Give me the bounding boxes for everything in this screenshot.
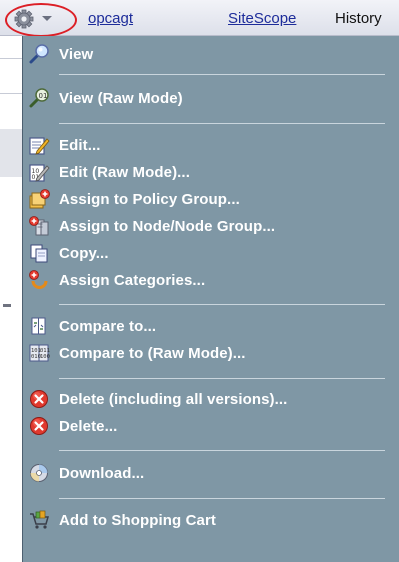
menu-item-label: Compare to... xyxy=(59,318,157,335)
tab-opcagt[interactable]: opcagt xyxy=(88,10,133,27)
menu-item-compare[interactable]: Compare to... xyxy=(23,314,399,340)
menu-item-label: View xyxy=(59,46,94,63)
svg-text:01: 01 xyxy=(39,92,48,100)
menu-item-label: Assign to Policy Group... xyxy=(59,191,240,208)
shopping-cart-icon xyxy=(28,509,50,531)
menu-separator xyxy=(59,450,385,451)
menu-item-label: Delete (including all versions)... xyxy=(59,391,288,408)
tab-sitescope[interactable]: SiteScope xyxy=(228,10,296,27)
menu-item-label: Copy... xyxy=(59,245,109,262)
menu-item-label: Add to Shopping Cart xyxy=(59,512,216,529)
menu-separator xyxy=(59,378,385,379)
background-dash xyxy=(3,304,11,307)
menu-item-label: View (Raw Mode) xyxy=(59,90,183,107)
menu-item-compare-raw[interactable]: 101 010 011 100 Compare to (Raw Mode)... xyxy=(23,341,399,367)
assign-categories-icon xyxy=(28,269,50,291)
compare-raw-icon: 101 010 011 100 xyxy=(28,342,50,364)
menu-item-label: Compare to (Raw Mode)... xyxy=(59,345,246,362)
menu-item-label: Download... xyxy=(59,465,145,482)
menu-item-label: Assign to Node/Node Group... xyxy=(59,218,276,235)
delete-all-icon xyxy=(28,388,50,410)
menu-item-edit-raw[interactable]: 10 01 Edit (Raw Mode)... xyxy=(23,160,399,186)
assign-policy-group-icon xyxy=(28,188,50,210)
assign-node-icon xyxy=(28,215,50,237)
screenshot-stage: opcagt SiteScope History View 01 View (R… xyxy=(0,0,399,562)
background-row xyxy=(0,129,22,177)
tab-history[interactable]: History xyxy=(335,10,382,27)
menu-item-label: Delete... xyxy=(59,418,118,435)
menu-separator xyxy=(59,498,385,499)
menu-item-edit[interactable]: Edit... xyxy=(23,133,399,159)
actions-menu-button[interactable] xyxy=(9,6,77,32)
menu-item-label: Assign Categories... xyxy=(59,272,206,289)
menu-item-copy[interactable]: Copy... xyxy=(23,241,399,267)
chevron-down-icon xyxy=(42,16,52,21)
menu-item-view-raw[interactable]: 01 View (Raw Mode) xyxy=(23,86,399,112)
context-menu: View 01 View (Raw Mode) Edit... 10 01 Ed… xyxy=(22,36,399,562)
menu-item-assign-node[interactable]: Assign to Node/Node Group... xyxy=(23,214,399,240)
magnifier-raw-icon: 01 xyxy=(28,87,50,109)
menu-item-view[interactable]: View xyxy=(23,42,399,68)
edit-raw-icon: 10 01 xyxy=(28,161,50,183)
edit-icon xyxy=(28,134,50,156)
top-navigation-bar: opcagt SiteScope History xyxy=(0,0,399,37)
background-divider xyxy=(0,93,22,94)
menu-item-download[interactable]: Download... xyxy=(23,461,399,487)
menu-item-assign-policy-group[interactable]: Assign to Policy Group... xyxy=(23,187,399,213)
menu-separator xyxy=(59,123,385,124)
menu-item-label: Edit... xyxy=(59,137,101,154)
background-page xyxy=(0,36,22,562)
menu-item-delete-all-versions[interactable]: Delete (including all versions)... xyxy=(23,387,399,413)
compare-icon xyxy=(28,315,50,337)
menu-item-delete[interactable]: Delete... xyxy=(23,414,399,440)
menu-separator xyxy=(59,74,385,75)
menu-separator xyxy=(59,304,385,305)
copy-icon xyxy=(28,242,50,264)
delete-icon xyxy=(28,415,50,437)
menu-item-assign-categories[interactable]: Assign Categories... xyxy=(23,268,399,294)
svg-text:100: 100 xyxy=(40,354,50,360)
menu-item-label: Edit (Raw Mode)... xyxy=(59,164,190,181)
menu-item-add-to-cart[interactable]: Add to Shopping Cart xyxy=(23,508,399,534)
download-disc-icon xyxy=(28,462,50,484)
background-divider xyxy=(0,58,22,59)
magnifier-icon xyxy=(28,43,50,65)
